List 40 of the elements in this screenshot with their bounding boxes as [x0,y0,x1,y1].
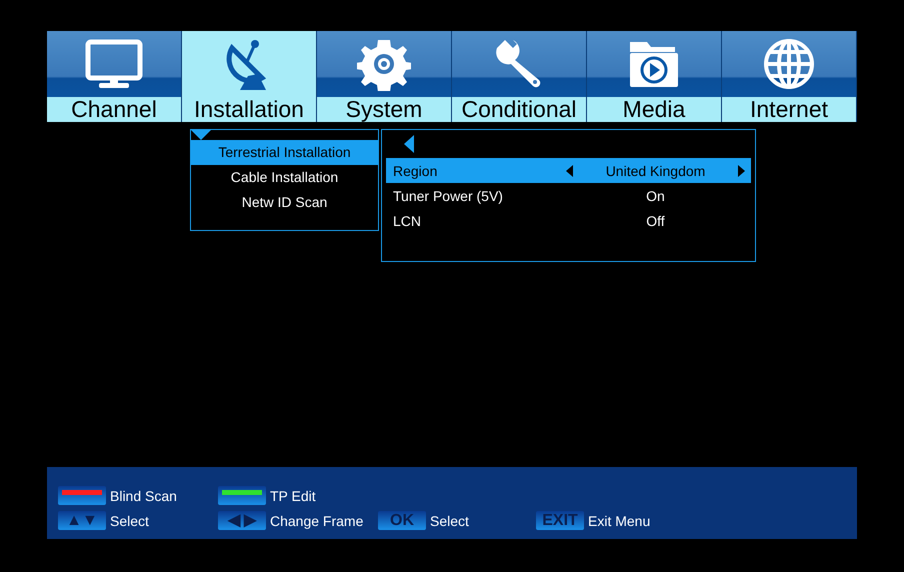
remote-key: OK [378,511,426,530]
color-key [58,486,106,505]
left-arrow-icon[interactable] [566,164,573,176]
tab-label: Conditional [452,97,586,122]
monitor-icon [85,39,143,89]
setting-label: Region [392,162,438,178]
key-hint: Change Frame [270,512,364,528]
key-hint: Exit Menu [588,512,650,528]
remote-key: EXIT [536,511,584,530]
setting-label: LCN [392,212,422,228]
back-arrow-icon [404,135,414,153]
setting-value: Off [645,212,666,228]
menu-tab[interactable]: Installation [182,31,317,122]
key-hint: Select [110,512,149,528]
tab-label: System [317,97,451,122]
arrow-key: ◀ ▶ [218,511,266,530]
submenu-item[interactable]: Netw ID Scan [191,190,378,215]
menu-tab[interactable]: Channel [47,31,182,122]
tab-label: Media [587,97,721,122]
setting-row[interactable]: Tuner Power (5V) On [386,183,751,208]
globe-icon [762,37,816,91]
tab-label: Channel [47,97,181,122]
submenu-item[interactable]: Cable Installation [191,165,378,190]
key-hint: Blind Scan [110,488,177,504]
right-arrow-icon[interactable] [738,164,745,176]
key-hint: Select [430,512,469,528]
tab-label: Internet [722,97,856,122]
menu-tab[interactable]: Internet [722,31,857,122]
settings-icon [357,37,411,91]
arrow-key: ▲▼ [58,511,106,530]
menu-tab[interactable]: Conditional [452,31,587,122]
setting-value: On [645,188,666,204]
color-key [218,486,266,505]
menu-tab[interactable]: System [317,31,452,122]
setting-row[interactable]: LCN Off [386,208,751,233]
setting-label: Tuner Power (5V) [392,188,503,204]
setting-value: United Kingdom [604,162,706,178]
key-hint: TP Edit [270,488,316,504]
setting-row[interactable]: Region United Kingdom [386,158,751,183]
menu-tab[interactable]: Media [587,31,722,122]
